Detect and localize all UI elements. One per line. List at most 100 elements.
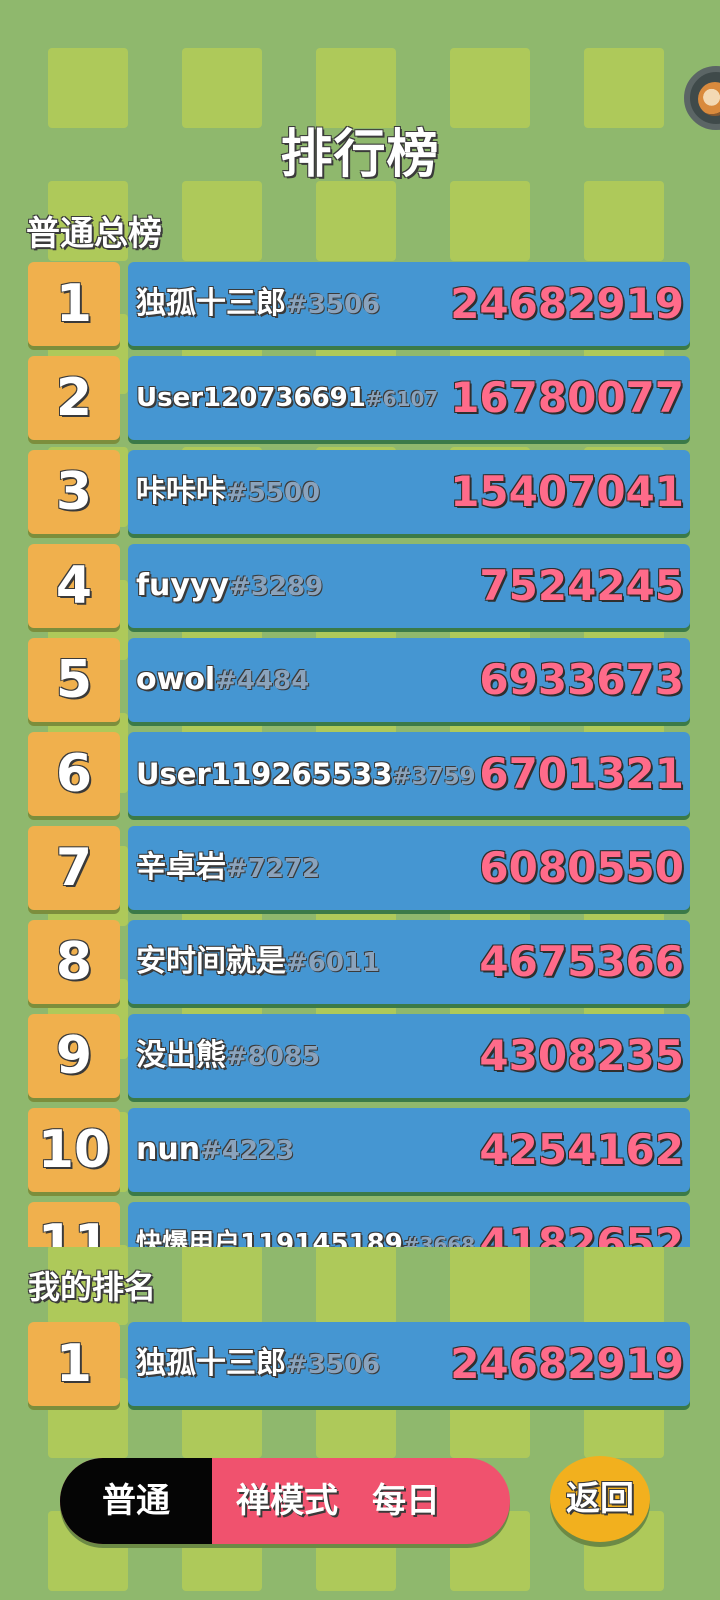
player-score: 24682919 xyxy=(450,1339,684,1388)
player-name-text: 辛卓岩 xyxy=(136,850,226,885)
rank-number: 2 xyxy=(28,356,120,440)
overall-ranking-label: 普通总榜 xyxy=(26,214,162,254)
player-name: 独孤十三郎#3506 xyxy=(136,1322,380,1407)
player-bar: 辛卓岩#7272 6080550 xyxy=(128,826,690,910)
player-tag: #6107 xyxy=(365,387,439,411)
player-name-text: 独孤十三郎 xyxy=(136,1346,286,1381)
leaderboard-row: 8 安时间就是#6011 4675366 xyxy=(28,920,690,1006)
rank-number: 10 xyxy=(28,1108,120,1192)
background-tile xyxy=(450,1245,530,1325)
leaderboard-row: 7 辛卓岩#7272 6080550 xyxy=(28,826,690,912)
player-name: fuyyy#3289 xyxy=(136,544,323,629)
rank-number: 1 xyxy=(28,1322,120,1406)
player-tag: #4484 xyxy=(215,666,310,696)
player-name: User120736691#6107 xyxy=(136,356,438,441)
player-name-text: nun xyxy=(136,1132,201,1167)
player-name-text: 快爆用户119145189 xyxy=(136,1229,403,1247)
player-score: 24682919 xyxy=(450,279,684,328)
leaderboard-row: 6 User119265533#3759 6701321 xyxy=(28,732,690,818)
player-tag: #7272 xyxy=(226,854,321,884)
player-tag: #3759 xyxy=(392,764,476,790)
background-tile xyxy=(182,1245,262,1325)
tab-zen[interactable]: 禅模式 xyxy=(212,1458,362,1544)
player-name-text: owol xyxy=(136,662,216,697)
player-bar: User119265533#3759 6701321 xyxy=(128,732,690,816)
leaderboard-row: 10 nun#4223 4254162 xyxy=(28,1108,690,1194)
player-name-text: fuyyy xyxy=(136,568,230,603)
leaderboard-row: 9 没出熊#8085 4308235 xyxy=(28,1014,690,1100)
rank-number: 7 xyxy=(28,826,120,910)
player-name-text: 安时间就是 xyxy=(136,944,286,979)
rank-number: 4 xyxy=(28,544,120,628)
tab-normal[interactable]: 普通 xyxy=(60,1458,212,1544)
player-bar: 独孤十三郎#3506 24682919 xyxy=(128,262,690,346)
player-name-text: 咔咔咔 xyxy=(136,474,226,509)
player-name: 没出熊#8085 xyxy=(136,1014,320,1099)
player-bar: nun#4223 4254162 xyxy=(128,1108,690,1192)
player-name: 安时间就是#6011 xyxy=(136,920,380,1005)
leaderboard-row: 3 咔咔咔#5500 15407041 xyxy=(28,450,690,536)
leaderboard-list[interactable]: 1 独孤十三郎#3506 24682919 2 User120736691#6107 16… xyxy=(0,262,720,1247)
my-rank-label: 我的排名 xyxy=(28,1268,157,1306)
player-bar: 独孤十三郎#3506 24682919 xyxy=(128,1322,690,1406)
player-name-text: User119265533 xyxy=(136,757,393,791)
player-name-text: User120736691 xyxy=(136,383,366,413)
player-name-text: 没出熊 xyxy=(136,1038,226,1073)
leaderboard-row: 2 User120736691#6107 16780077 xyxy=(28,356,690,442)
player-tag: #3506 xyxy=(286,290,381,320)
rank-number: 3 xyxy=(28,450,120,534)
rank-number: 5 xyxy=(28,638,120,722)
player-bar: 安时间就是#6011 4675366 xyxy=(128,920,690,1004)
my-rank-row: 1 独孤十三郎#3506 24682919 xyxy=(28,1322,690,1408)
rank-number: 8 xyxy=(28,920,120,1004)
background-tile xyxy=(316,1245,396,1325)
player-name: nun#4223 xyxy=(136,1108,294,1193)
player-score: 4182652 xyxy=(479,1219,684,1247)
player-bar: 快爆用户119145189#3668 4182652 xyxy=(128,1202,690,1247)
player-score: 6701321 xyxy=(479,749,684,798)
background-tile xyxy=(316,181,396,261)
player-tag: #5500 xyxy=(226,478,321,508)
player-tag: #3668 xyxy=(402,1233,476,1247)
tab-daily[interactable]: 每日 xyxy=(362,1458,492,1544)
player-tag: #3506 xyxy=(286,1350,381,1380)
player-name: 独孤十三郎#3506 xyxy=(136,262,380,347)
player-score: 4675366 xyxy=(479,937,684,986)
player-score: 4308235 xyxy=(479,1031,684,1080)
rank-number: 1 xyxy=(28,262,120,346)
player-bar: fuyyy#3289 7524245 xyxy=(128,544,690,628)
background-tile xyxy=(584,1245,664,1325)
player-score: 7524245 xyxy=(479,561,684,610)
player-name: owol#4484 xyxy=(136,638,309,723)
player-score: 6933673 xyxy=(479,655,684,704)
player-bar: 咔咔咔#5500 15407041 xyxy=(128,450,690,534)
player-name: 快爆用户119145189#3668 xyxy=(136,1202,475,1247)
back-button[interactable]: 返回 xyxy=(550,1456,650,1542)
player-name: 咔咔咔#5500 xyxy=(136,450,320,535)
mode-tabs: 普通 禅模式 每日 xyxy=(60,1458,510,1544)
leaderboard-row: 1 独孤十三郎#3506 24682919 xyxy=(28,262,690,348)
player-bar: 没出熊#8085 4308235 xyxy=(128,1014,690,1098)
cat-avatar-icon xyxy=(698,82,720,116)
leaderboard-row: 4 fuyyy#3289 7524245 xyxy=(28,544,690,630)
page-title: 排行榜 xyxy=(280,125,440,185)
background-tile xyxy=(450,181,530,261)
player-name: 辛卓岩#7272 xyxy=(136,826,320,911)
player-bar: owol#4484 6933673 xyxy=(128,638,690,722)
player-tag: #4223 xyxy=(200,1136,295,1166)
player-bar: User120736691#6107 16780077 xyxy=(128,356,690,440)
player-score: 4254162 xyxy=(479,1125,684,1174)
rank-number: 6 xyxy=(28,732,120,816)
player-name: User119265533#3759 xyxy=(136,732,476,819)
player-score: 6080550 xyxy=(479,843,684,892)
player-tag: #8085 xyxy=(226,1042,321,1072)
rank-number: 11 xyxy=(28,1202,120,1247)
background-tile xyxy=(584,181,664,261)
leaderboard-row: 5 owol#4484 6933673 xyxy=(28,638,690,724)
rank-number: 9 xyxy=(28,1014,120,1098)
player-score: 16780077 xyxy=(450,373,684,422)
player-name-text: 独孤十三郎 xyxy=(136,286,286,321)
background-tile xyxy=(182,181,262,261)
player-tag: #6011 xyxy=(286,948,381,978)
player-score: 15407041 xyxy=(450,467,684,516)
